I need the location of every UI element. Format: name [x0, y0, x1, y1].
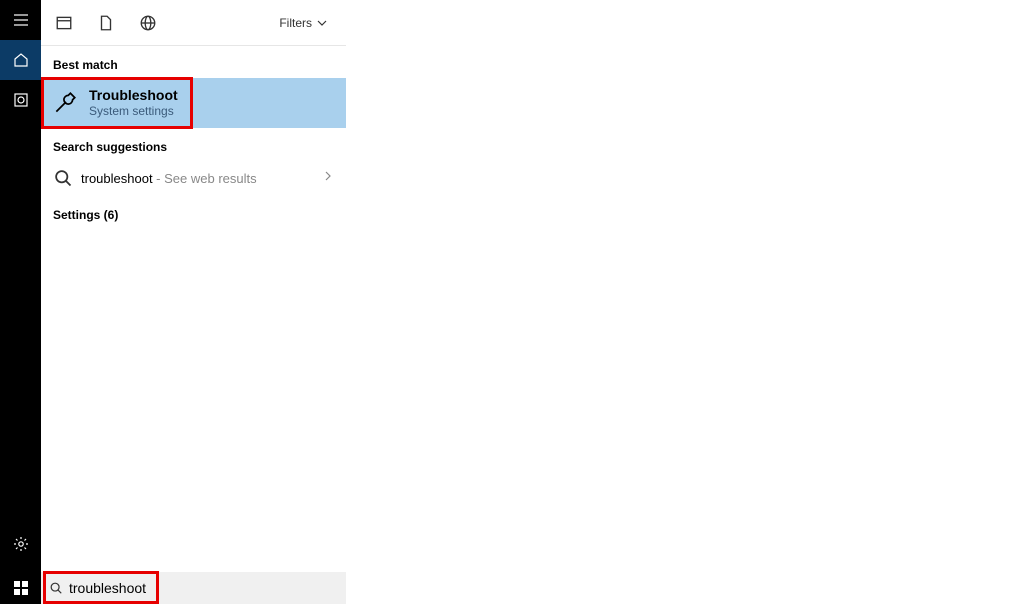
- suggestion-web-results[interactable]: troubleshoot - See web results: [41, 160, 346, 196]
- search-icon: [53, 168, 73, 188]
- document-icon: [97, 14, 115, 32]
- sidebar-home-button[interactable]: [0, 40, 41, 80]
- best-match-title: Troubleshoot: [89, 87, 178, 104]
- filters-label: Filters: [279, 16, 312, 30]
- search-input[interactable]: [69, 580, 338, 596]
- best-match-subtitle: System settings: [89, 104, 178, 118]
- apps-icon: [55, 14, 73, 32]
- search-box[interactable]: [41, 572, 346, 604]
- globe-icon: [139, 14, 157, 32]
- sidebar-cortana-button[interactable]: [0, 80, 41, 120]
- gear-icon: [13, 536, 29, 552]
- search-results-panel: Filters Best match Troubleshoot System s…: [41, 0, 346, 572]
- filters-dropdown[interactable]: Filters: [279, 16, 332, 30]
- sidebar-top: [0, 0, 41, 120]
- search-icon: [49, 581, 63, 595]
- search-icon-container: [53, 168, 73, 188]
- chevron-right-icon: [322, 169, 334, 187]
- sidebar-menu-button[interactable]: [0, 0, 41, 40]
- tab-documents[interactable]: [97, 14, 115, 32]
- start-button[interactable]: [0, 572, 41, 604]
- windows-icon: [13, 580, 29, 596]
- menu-icon: [13, 12, 29, 28]
- wrench-icon-container: [41, 90, 89, 116]
- best-match-text: Troubleshoot System settings: [89, 87, 178, 118]
- suggestion-term: troubleshoot: [81, 171, 153, 186]
- suggestion-suffix: - See web results: [153, 171, 257, 186]
- suggestion-text: troubleshoot - See web results: [81, 171, 257, 186]
- tab-apps[interactable]: [55, 14, 73, 32]
- best-match-troubleshoot[interactable]: Troubleshoot System settings: [41, 78, 346, 128]
- taskbar: [0, 572, 346, 604]
- sidebar: [0, 0, 41, 604]
- circle-square-icon: [13, 92, 29, 108]
- top-tabs: Filters: [41, 0, 346, 46]
- wrench-icon: [52, 90, 78, 116]
- search-box-icon: [49, 581, 63, 595]
- search-suggestions-label: Search suggestions: [41, 128, 346, 160]
- tab-web[interactable]: [139, 14, 157, 32]
- best-match-label: Best match: [41, 46, 346, 78]
- settings-label: Settings (6): [41, 196, 346, 228]
- sidebar-settings-button[interactable]: [0, 524, 41, 564]
- chevron-down-icon: [316, 17, 328, 29]
- home-icon: [13, 52, 29, 68]
